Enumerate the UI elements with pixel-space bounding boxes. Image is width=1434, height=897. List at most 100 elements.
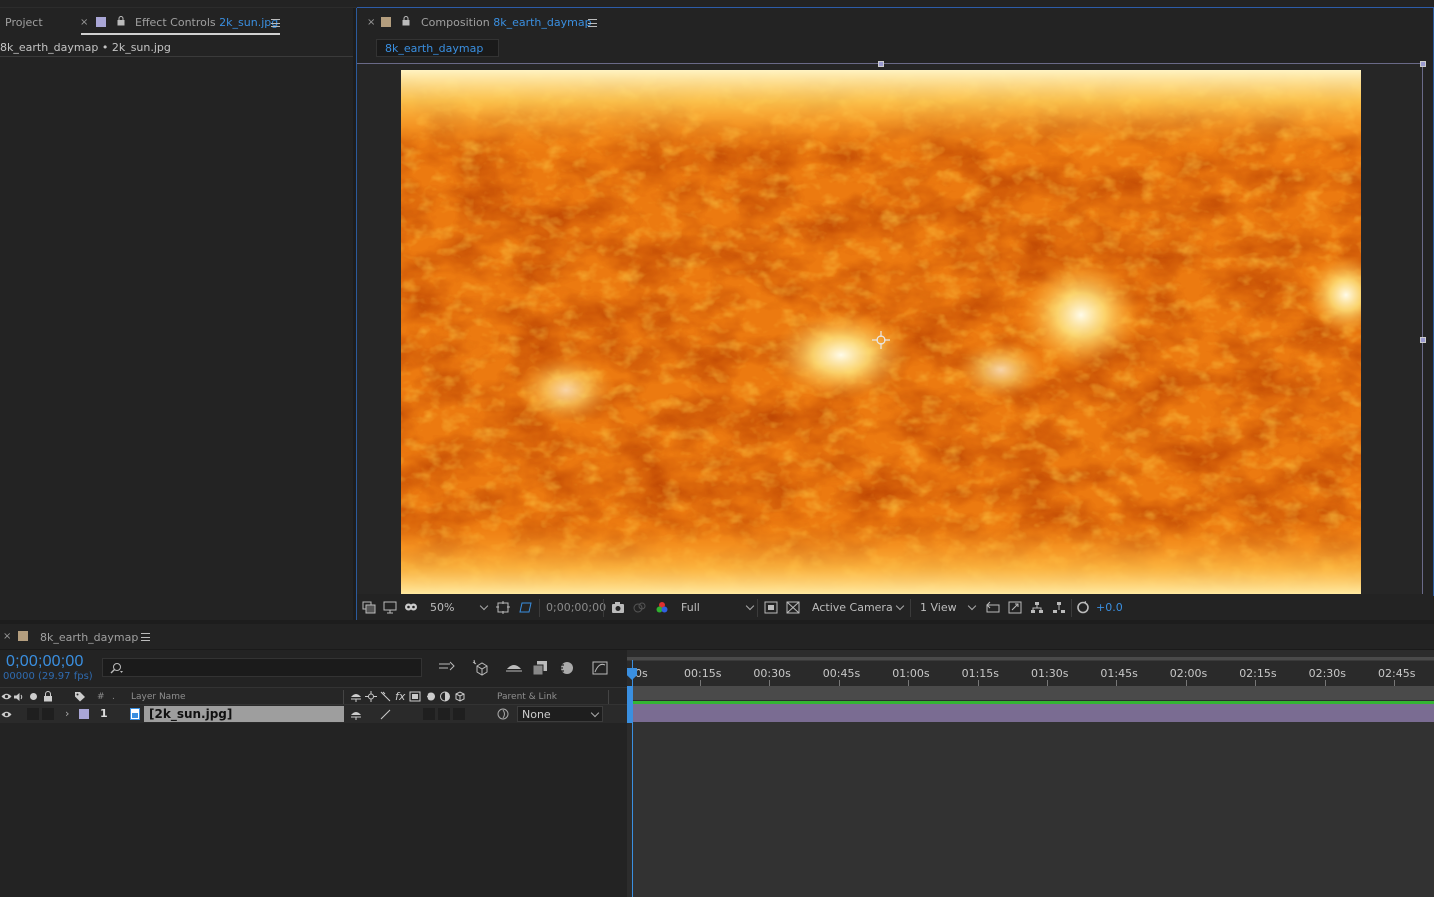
motion-blur-icon[interactable] (558, 660, 574, 676)
composition-mini-flowchart-icon[interactable] (438, 660, 456, 676)
viewer-timecode[interactable]: 0;00;00;00 (546, 601, 606, 614)
collapse-transformations-icon[interactable] (365, 691, 377, 702)
adjustment-layer-icon[interactable] (439, 691, 451, 702)
tab-effect-controls[interactable]: Effect Controls 2k_sun.jpg (135, 16, 278, 29)
tab-project[interactable]: Project (5, 16, 43, 29)
lock-icon[interactable] (43, 691, 53, 702)
timeline-tabs: × 8k_earth_daymap (0, 624, 1434, 650)
eye-icon[interactable] (1, 692, 12, 701)
color-channels-icon[interactable] (655, 601, 669, 614)
graph-editor-icon[interactable] (592, 660, 608, 676)
work-area-start[interactable] (627, 686, 632, 723)
chevron-down-icon[interactable] (479, 601, 489, 611)
frame-blend-switch[interactable] (423, 708, 435, 720)
zoom-select[interactable]: 50% (430, 601, 454, 614)
ruler-time-label: 01:00s (892, 667, 930, 680)
image-file-icon (130, 708, 140, 720)
composition-subtab[interactable]: 8k_earth_daymap (376, 39, 499, 57)
chevron-right-icon[interactable]: › (65, 707, 69, 720)
shy-icon[interactable] (350, 691, 362, 702)
layer-label-color[interactable] (79, 709, 89, 719)
time-navigator[interactable] (627, 657, 1434, 660)
label-color-swatch (96, 17, 106, 27)
tab-timeline[interactable]: 8k_earth_daymap (40, 631, 138, 644)
layer-duration-bar[interactable] (632, 704, 1434, 722)
pick-whip-icon[interactable] (497, 708, 509, 720)
reset-exposure-rotate-icon[interactable] (1076, 601, 1090, 614)
toggle-view-icon[interactable] (986, 601, 1000, 614)
layer-bounding-line (357, 63, 1423, 64)
close-icon[interactable]: × (3, 631, 11, 642)
current-time-indicator[interactable] (632, 660, 633, 897)
layer-bounding-line (1422, 63, 1423, 594)
mask-visibility-icon[interactable] (404, 601, 418, 614)
column-separator-dot: . (112, 692, 115, 702)
column-divider (608, 690, 609, 704)
effects-icon[interactable]: fx (395, 690, 405, 703)
chevron-down-icon[interactable] (895, 601, 905, 611)
anchor-point-icon[interactable] (872, 331, 890, 349)
shy-switch-icon[interactable] (350, 709, 362, 720)
timeline-empty-area[interactable] (632, 722, 1434, 897)
column-layer-name[interactable]: Layer Name (131, 692, 186, 702)
3d-layer-icon[interactable] (454, 691, 466, 702)
view-layout-select[interactable]: 1 View (920, 601, 957, 614)
solo-switch[interactable] (27, 708, 39, 720)
hide-shy-layers-icon[interactable] (505, 660, 523, 676)
column-parent-link[interactable]: Parent & Link (497, 692, 557, 702)
lock-icon[interactable] (117, 16, 125, 26)
panel-menu-icon[interactable] (271, 19, 280, 27)
exposure-value[interactable]: +0.0 (1096, 601, 1123, 614)
camera-snapshot-icon[interactable] (611, 601, 625, 614)
layer-visibility-eye-icon[interactable] (1, 710, 12, 719)
grid-guides-icon[interactable] (786, 601, 800, 614)
3d-layer-switch[interactable] (453, 708, 465, 720)
frame-blending-icon[interactable] (532, 660, 548, 676)
chevron-down-icon[interactable] (745, 601, 755, 611)
camera-view-select[interactable]: Active Camera (812, 601, 893, 614)
resolution-select[interactable]: Full (681, 601, 700, 614)
column-number[interactable]: # (97, 692, 105, 702)
panel-menu-icon[interactable] (588, 19, 597, 27)
close-icon[interactable]: × (80, 17, 88, 28)
frame-blend-switch-icon[interactable] (409, 691, 421, 702)
composition-flowchart-icon[interactable] (1052, 601, 1066, 614)
motion-blur-switch-icon[interactable] (424, 691, 436, 702)
layer-search-input[interactable] (102, 658, 422, 677)
quality-switch-icon[interactable] (380, 709, 391, 720)
layer-handle[interactable] (878, 61, 884, 67)
solo-icon[interactable] (30, 693, 37, 700)
reset-exposure-icon[interactable] (1008, 601, 1022, 614)
transparency-grid-icon[interactable] (518, 601, 532, 614)
label-color-swatch (18, 631, 28, 641)
close-icon[interactable]: × (367, 17, 375, 28)
motion-blur-switch[interactable] (438, 708, 450, 720)
ruler-time-label: 01:15s (961, 667, 1000, 680)
top-toolbar-strip (0, 0, 1434, 8)
flowchart-icon[interactable] (1030, 601, 1044, 614)
always-preview-icon[interactable] (362, 601, 376, 614)
show-snapshot-icon[interactable] (633, 601, 647, 614)
quality-icon[interactable] (380, 691, 391, 702)
parent-link-select[interactable]: None (517, 706, 603, 722)
chevron-down-icon[interactable] (967, 601, 977, 611)
panel-menu-icon[interactable] (141, 633, 150, 641)
current-time-display[interactable]: 0;00;00;00 (6, 653, 84, 671)
layer-column-header: # . Layer Name fx Parent & Link (0, 687, 627, 705)
layer-number: 1 (100, 707, 108, 720)
region-of-interest-icon[interactable] (496, 601, 510, 614)
audio-icon[interactable] (13, 692, 24, 702)
layer-handle[interactable] (1420, 61, 1426, 67)
work-area-bar[interactable] (632, 686, 1434, 700)
label-tag-icon[interactable] (74, 691, 86, 702)
chevron-down-icon[interactable] (590, 708, 600, 718)
layer-handle[interactable] (1420, 337, 1426, 343)
layer-name[interactable]: [2k_sun.jpg] (149, 707, 232, 721)
tab-composition[interactable]: Composition 8k_earth_daymap (421, 16, 592, 29)
lock-icon[interactable] (402, 16, 410, 26)
active-tab-underline (81, 33, 280, 35)
lock-switch[interactable] (42, 708, 54, 720)
fast-previews-icon[interactable] (764, 601, 778, 614)
draft-3d-icon[interactable] (471, 659, 489, 677)
monitor-icon[interactable] (383, 601, 397, 614)
